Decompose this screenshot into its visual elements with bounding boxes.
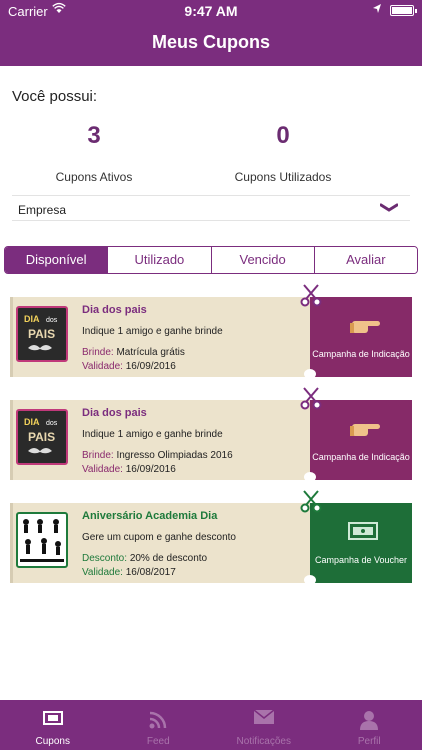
coupon-title: Aniversário Academia Dia bbox=[82, 510, 218, 522]
coupon-field-label: Desconto: bbox=[82, 553, 128, 564]
coupon-card[interactable]: Campanha de Indicação DIA dos PAIS Dia d… bbox=[10, 284, 412, 379]
campaign-label: Campanha de Indicação bbox=[312, 452, 410, 462]
coupon-image: DIA dos PAIS bbox=[16, 409, 68, 465]
campaign-label: Campanha de Voucher bbox=[314, 555, 408, 565]
clock: 9:47 AM bbox=[184, 3, 238, 19]
tabbar-item-notificacoes[interactable]: Notificações bbox=[211, 700, 317, 750]
svg-text:DIA: DIA bbox=[24, 314, 40, 324]
coupon-description: Indique 1 amigo e ganhe brinde bbox=[82, 429, 223, 440]
tab-disponivel[interactable]: Disponível bbox=[5, 247, 108, 273]
location-arrow-icon bbox=[373, 4, 381, 13]
pointing-hand-icon bbox=[350, 321, 380, 333]
svg-text:PAIS: PAIS bbox=[28, 327, 55, 341]
company-select-value: Empresa bbox=[18, 203, 67, 217]
validity-value: 16/08/2017 bbox=[125, 567, 176, 578]
validity-label: Validade: bbox=[82, 464, 123, 475]
svg-text:dos: dos bbox=[46, 420, 58, 427]
active-label: Cupons Ativos bbox=[55, 170, 133, 184]
coupon-card[interactable]: Campanha de Indicação DIA dos PAIS Dia d… bbox=[10, 387, 412, 482]
validity-value: 16/09/2016 bbox=[125, 464, 176, 475]
coupon-field-label: Brinde: bbox=[82, 450, 114, 461]
coupon-title: Dia dos pais bbox=[82, 304, 147, 316]
tabbar-item-cupons[interactable]: Cupons bbox=[0, 700, 106, 750]
svg-text:PAIS: PAIS bbox=[28, 430, 55, 444]
pointing-hand-icon bbox=[350, 424, 380, 436]
scissors-icon bbox=[300, 284, 322, 307]
tab-vencido[interactable]: Vencido bbox=[210, 247, 314, 273]
used-count: 0 bbox=[276, 122, 290, 149]
tab-utilizado[interactable]: Utilizado bbox=[107, 247, 211, 273]
envelope-icon bbox=[253, 710, 274, 724]
ticket-icon bbox=[42, 711, 63, 725]
rss-icon bbox=[149, 711, 167, 729]
active-count: 3 bbox=[87, 122, 101, 149]
coupon-image bbox=[16, 512, 68, 568]
coupon-campaign-panel: Campanha de Indicação bbox=[310, 297, 412, 377]
campaign-label: Campanha de Indicação bbox=[312, 349, 410, 359]
coupon-field-value: Ingresso Olimpiadas 2016 bbox=[116, 450, 233, 461]
coupon-title: Dia dos pais bbox=[82, 407, 147, 419]
tabbar-item-perfil[interactable]: Perfil bbox=[317, 700, 422, 750]
validity-value: 16/09/2016 bbox=[125, 361, 176, 372]
scissors-icon bbox=[300, 387, 322, 410]
segmented-tabs: Disponível Utilizado Vencido Avaliar bbox=[4, 246, 418, 274]
validity-label: Validade: bbox=[82, 567, 123, 578]
coupon-card[interactable]: Campanha de Voucher Aniversário Academia… bbox=[10, 490, 412, 585]
chevron-down-icon bbox=[380, 203, 398, 212]
nav-bar: Carrier 9:47 AM Meus Cupons bbox=[0, 0, 422, 66]
coupon-image: DIA dos PAIS bbox=[16, 306, 68, 362]
coupon-campaign-panel: Campanha de Voucher bbox=[310, 503, 412, 583]
tabbar-label: Perfil bbox=[357, 736, 381, 747]
company-select[interactable]: Empresa bbox=[12, 195, 410, 221]
page-title: Meus Cupons bbox=[151, 32, 270, 52]
coupon-field-label: Brinde: bbox=[82, 347, 114, 358]
tab-bar: Cupons Feed Notificações Perfil bbox=[0, 700, 422, 750]
tabbar-label: Notificações bbox=[236, 736, 291, 747]
coupon-field-value: Matrícula grátis bbox=[116, 347, 185, 358]
tab-avaliar[interactable]: Avaliar bbox=[313, 247, 417, 273]
person-icon bbox=[360, 711, 379, 730]
coupon-description: Gere um cupom e ganhe desconto bbox=[82, 532, 236, 543]
tabbar-label: Cupons bbox=[35, 736, 70, 747]
summary-intro: Você possui: bbox=[12, 88, 98, 105]
coupon-field-value: 20% de desconto bbox=[129, 553, 208, 564]
scissors-icon bbox=[300, 490, 322, 513]
svg-text:dos: dos bbox=[46, 317, 58, 324]
validity-label: Validade: bbox=[82, 361, 123, 372]
coupon-campaign-panel: Campanha de Indicação bbox=[310, 400, 412, 480]
tabbar-label: Feed bbox=[146, 736, 170, 747]
coupon-description: Indique 1 amigo e ganhe brinde bbox=[82, 326, 223, 337]
ticket-icon bbox=[348, 522, 378, 540]
tabbar-item-feed[interactable]: Feed bbox=[106, 700, 212, 750]
used-label: Cupons Utilizados bbox=[234, 170, 332, 184]
battery-icon bbox=[390, 5, 417, 16]
svg-text:DIA: DIA bbox=[24, 417, 40, 427]
status-bar: Carrier 9:47 AM bbox=[0, 0, 422, 22]
